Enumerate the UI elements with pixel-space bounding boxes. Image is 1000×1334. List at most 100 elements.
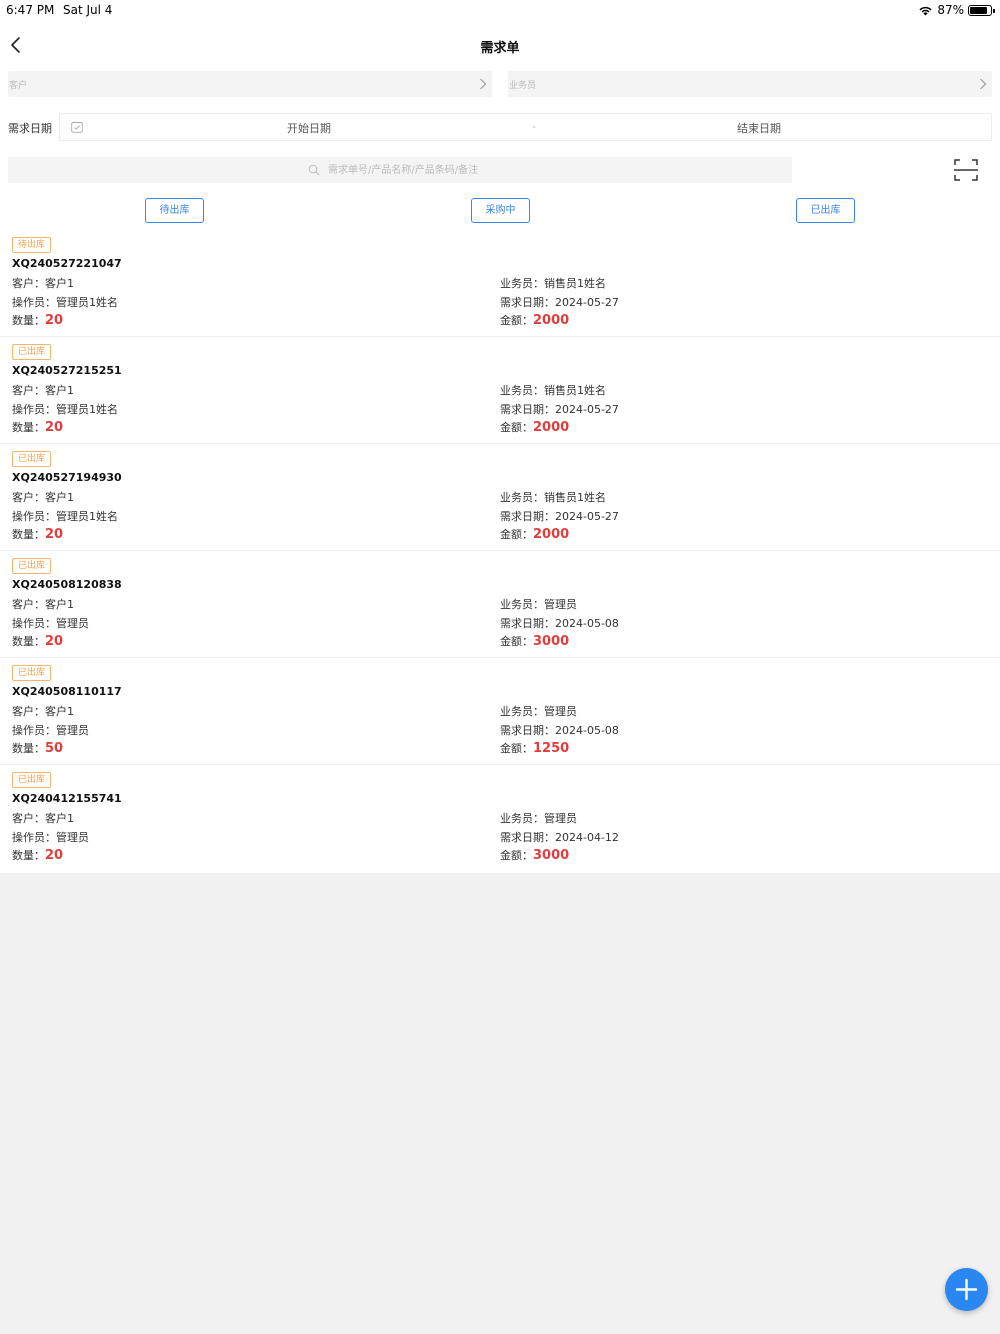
filter-pending-button[interactable]: 待出库	[145, 198, 204, 223]
order-status-tag: 已出库	[12, 665, 52, 681]
date-range-label: 需求日期	[8, 122, 52, 135]
order-date: 需求日期：2024-05-27	[500, 401, 619, 417]
search-box	[8, 157, 792, 183]
operator-value: 管理员	[56, 617, 89, 630]
customer-label: 客户：	[12, 277, 45, 290]
order-salesperson: 业务员：销售员1姓名	[500, 275, 606, 291]
date-separator: -	[532, 120, 536, 133]
quantity-value: 20	[45, 527, 64, 542]
order-status-tag: 已出库	[12, 772, 52, 788]
customer-value: 客户1	[45, 277, 74, 290]
order-amount: 金额：2000	[500, 312, 569, 328]
customer-selector[interactable]: 客户	[8, 71, 492, 97]
order-customer: 客户：客户1	[12, 596, 74, 612]
order-amount: 金额：1250	[500, 740, 569, 756]
date-label: 需求日期：	[500, 510, 555, 523]
amount-value: 3000	[533, 634, 570, 649]
salesperson-label: 业务员：	[500, 812, 544, 825]
salesperson-value: 销售员1姓名	[544, 491, 606, 504]
quantity-value: 20	[45, 848, 64, 863]
order-quantity: 数量：20	[12, 312, 63, 328]
scan-icon[interactable]	[953, 157, 979, 183]
order-salesperson: 业务员：管理员	[500, 810, 577, 826]
order-quantity: 数量：20	[12, 633, 63, 649]
date-range-picker[interactable]: 开始日期 - 结束日期	[59, 113, 992, 141]
date-label: 需求日期：	[500, 617, 555, 630]
date-label: 需求日期：	[500, 724, 555, 737]
salesperson-label: 业务员：	[500, 598, 544, 611]
order-operator: 操作员：管理员	[12, 615, 89, 631]
page-title: 需求单	[480, 41, 520, 56]
quantity-label: 数量：	[12, 635, 45, 648]
order-card[interactable]: 已出库 XQ240508120838 客户：客户1 操作员：管理员 数量：20 …	[0, 551, 1000, 658]
battery-icon	[968, 4, 995, 16]
order-card[interactable]: 已出库 XQ240527194930 客户：客户1 操作员：管理员1姓名 数量：…	[0, 444, 1000, 551]
order-card[interactable]: 待出库 XQ240527221047 客户：客户1 操作员：管理员1姓名 数量：…	[0, 230, 1000, 337]
customer-value: 客户1	[45, 812, 74, 825]
date-value: 2024-05-27	[555, 296, 619, 309]
plus-icon	[955, 1278, 978, 1301]
customer-value: 客户1	[45, 598, 74, 611]
order-card[interactable]: 已出库 XQ240412155741 客户：客户1 操作员：管理员 数量：20 …	[0, 765, 1000, 871]
add-order-button[interactable]	[945, 1268, 988, 1311]
status-time: 6:47 PM	[6, 3, 55, 17]
date-value: 2024-04-12	[555, 831, 619, 844]
quantity-value: 20	[45, 634, 64, 649]
operator-label: 操作员：	[12, 403, 56, 416]
filter-shipped-button[interactable]: 已出库	[796, 198, 855, 223]
amount-value: 2000	[533, 527, 570, 542]
battery-fill	[970, 6, 988, 14]
order-operator: 操作员：管理员1姓名	[12, 401, 118, 417]
search-input[interactable]	[328, 160, 768, 180]
order-card[interactable]: 已出库 XQ240527215251 客户：客户1 操作员：管理员1姓名 数量：…	[0, 337, 1000, 444]
quantity-label: 数量：	[12, 421, 45, 434]
order-quantity: 数量：50	[12, 740, 63, 756]
order-number: XQ240527221047	[12, 257, 122, 270]
order-number: XQ240412155741	[12, 792, 122, 805]
date-value: 2024-05-27	[555, 510, 619, 523]
amount-label: 金额：	[500, 742, 533, 755]
order-status-tag: 待出库	[12, 237, 52, 253]
order-date: 需求日期：2024-05-08	[500, 722, 619, 738]
filter-purchasing-button[interactable]: 采购中	[471, 198, 530, 223]
end-date[interactable]: 结束日期	[737, 120, 781, 136]
order-operator: 操作员：管理员	[12, 722, 89, 738]
salesperson-value: 销售员1姓名	[544, 384, 606, 397]
operator-label: 操作员：	[12, 831, 56, 844]
operator-value: 管理员1姓名	[56, 296, 118, 309]
order-quantity: 数量：20	[12, 526, 63, 542]
nav-bar: 需求单	[0, 30, 1000, 62]
salesperson-value: 管理员	[544, 598, 577, 611]
customer-value: 客户1	[45, 705, 74, 718]
operator-value: 管理员1姓名	[56, 510, 118, 523]
order-card[interactable]: 已出库 XQ240508110117 客户：客户1 操作员：管理员 数量：50 …	[0, 658, 1000, 765]
salesperson-label: 业务员：	[500, 705, 544, 718]
order-quantity: 数量：20	[12, 419, 63, 435]
order-salesperson: 业务员：销售员1姓名	[500, 382, 606, 398]
salesperson-value: 管理员	[544, 705, 577, 718]
quantity-label: 数量：	[12, 742, 45, 755]
salesperson-selector[interactable]: 业务员	[508, 71, 992, 97]
quantity-label: 数量：	[12, 528, 45, 541]
order-number: XQ240527194930	[12, 471, 122, 484]
amount-label: 金额：	[500, 314, 533, 327]
order-customer: 客户：客户1	[12, 275, 74, 291]
order-status-tag: 已出库	[12, 451, 52, 467]
start-date[interactable]: 开始日期	[287, 120, 331, 136]
chevron-right-icon	[480, 78, 487, 90]
date-value: 2024-05-08	[555, 617, 619, 630]
quantity-label: 数量：	[12, 849, 45, 862]
calendar-icon	[71, 122, 83, 133]
order-status-tag: 已出库	[12, 344, 52, 360]
order-number: XQ240527215251	[12, 364, 122, 377]
order-date: 需求日期：2024-05-08	[500, 615, 619, 631]
order-amount: 金额：3000	[500, 847, 569, 863]
operator-label: 操作员：	[12, 296, 56, 309]
customer-selector-label: 客户	[9, 81, 28, 91]
wifi-icon	[919, 6, 932, 16]
date-label: 需求日期：	[500, 403, 555, 416]
battery-percent: 87%	[937, 3, 964, 17]
salesperson-value: 销售员1姓名	[544, 277, 606, 290]
amount-value: 3000	[533, 848, 570, 863]
order-customer: 客户：客户1	[12, 810, 74, 826]
